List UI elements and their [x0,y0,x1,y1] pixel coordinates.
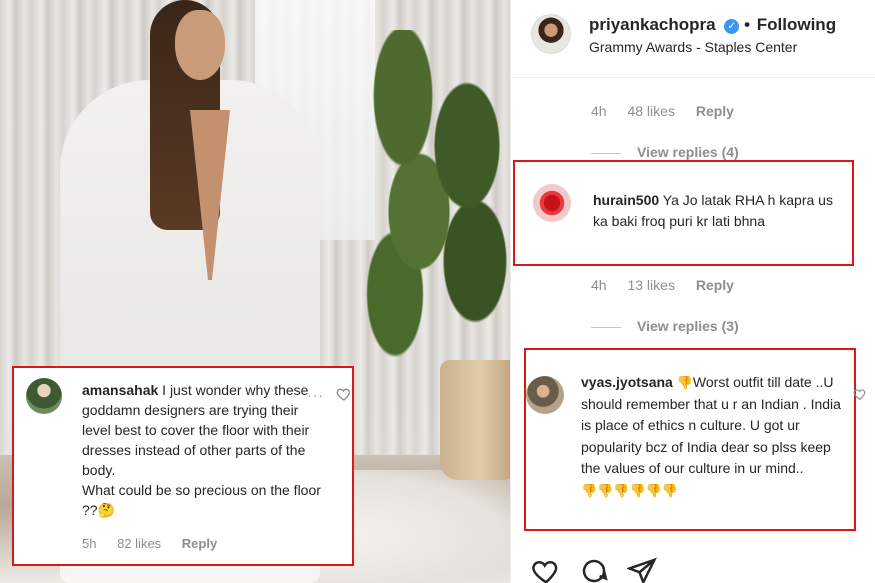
photo-plant [355,30,510,360]
following-button[interactable]: Following [757,15,836,34]
post-header: priyankachopra ✓ • Following Grammy Awar… [511,0,875,78]
comment-time: 4h [591,103,607,119]
post-photo: amansahak I just wonder why these goddam… [0,0,510,583]
view-replies-line [591,152,621,154]
comment-text: amansahak I just wonder why these goddam… [82,380,330,520]
comment-username[interactable]: vyas.jyotsana [581,374,673,390]
comment-meta: 5h 82 likes Reply [82,536,234,551]
comment-meta: 4h 13 likes Reply [591,277,751,293]
verified-badge-icon: ✓ [724,19,740,34]
highlighted-comment-vyas-jyotsana: vyas.jyotsana 👎Worst outfit till date ..… [524,348,856,531]
comment-time: 4h [591,277,607,293]
avatar[interactable] [531,14,571,54]
comment-time: 5h [82,536,97,551]
photo-figure-face [175,10,225,80]
comment-username[interactable]: amansahak [82,382,158,398]
share-icon[interactable] [625,556,657,583]
avatar[interactable] [526,376,564,414]
photo-planter [440,360,510,480]
like-heart-icon[interactable] [531,556,561,583]
comment-likes[interactable]: 13 likes [627,277,674,293]
highlighted-comment-hurain500: hurain500 Ya Jo latak RHA h kapra us ka … [513,160,854,266]
separator-dot: • [744,15,755,34]
comments-panel: priyankachopra ✓ • Following Grammy Awar… [511,0,875,583]
comment-body-2: What could be so precious on the floor ?… [82,482,321,518]
comment-likes[interactable]: 48 likes [627,103,674,119]
thumbs-down-icon: 👎 [676,375,693,390]
avatar[interactable] [533,184,571,222]
post-author[interactable]: priyankachopra [589,15,716,34]
heart-icon[interactable] [853,387,867,401]
comment-text: vyas.jyotsana 👎Worst outfit till date ..… [581,372,851,501]
thumbs-down-row: 👎👎👎👎👎👎 [581,482,679,498]
view-replies-label: View replies (3) [637,318,739,334]
comment-likes[interactable]: 82 likes [117,536,161,551]
reply-button[interactable]: Reply [696,277,734,293]
more-options-icon[interactable]: ··· [307,387,324,403]
comment-icon[interactable] [579,556,609,583]
reply-button[interactable]: Reply [696,103,734,119]
reply-button[interactable]: Reply [182,536,217,551]
view-replies-line [591,326,621,328]
heart-icon[interactable] [336,386,352,402]
comment-meta: 4h 48 likes Reply [591,103,751,119]
highlighted-comment-amansahak: amansahak I just wonder why these goddam… [12,366,354,566]
comment-username[interactable]: hurain500 [593,192,659,208]
view-replies-button[interactable]: View replies (3) [591,318,739,334]
view-replies-label: View replies (4) [637,144,739,160]
comment-text: hurain500 Ya Jo latak RHA h kapra us ka … [593,190,843,232]
view-replies-button[interactable]: View replies (4) [591,144,739,160]
post-location[interactable]: Grammy Awards - Staples Center [589,39,797,55]
avatar[interactable] [26,378,62,414]
post-author-line: priyankachopra ✓ • Following [589,15,836,35]
